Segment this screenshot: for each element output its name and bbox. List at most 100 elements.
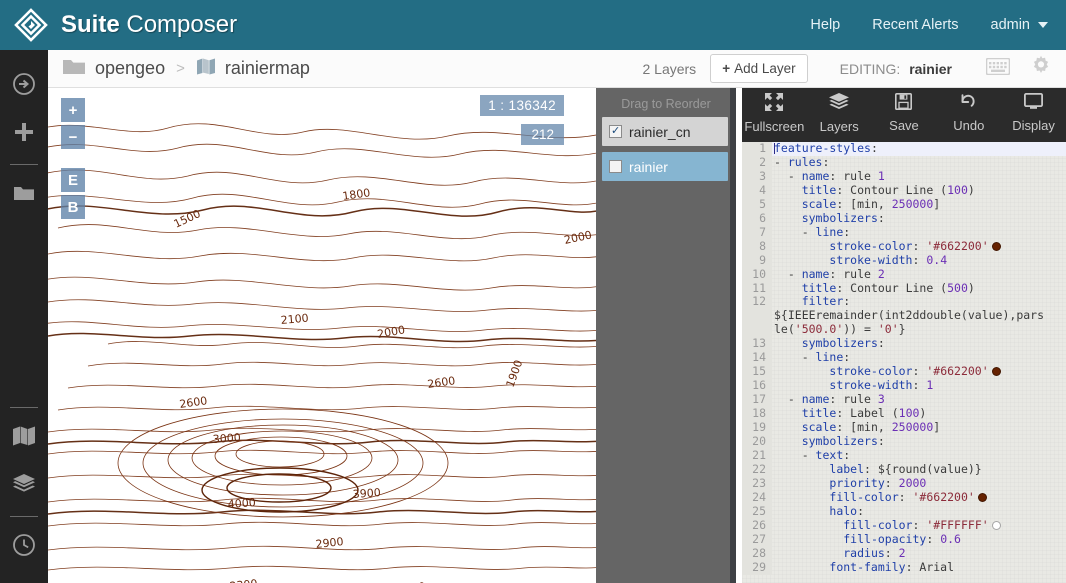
undo-label: Undo [953, 118, 984, 133]
geoserver-diamond-logo-icon [14, 8, 48, 42]
nav-recent-alerts[interactable]: Recent Alerts [872, 17, 958, 33]
map-book-icon [196, 57, 216, 80]
code-line-text: fill-opacity: 0.6 [772, 533, 1066, 547]
display-button[interactable]: Display [1003, 93, 1065, 133]
clock-icon [12, 533, 36, 562]
layer-item-rainier-cn[interactable]: ✓ rainier_cn [602, 117, 728, 146]
line-number: 12 [742, 295, 772, 309]
code-line[interactable]: 1feature-styles: [742, 142, 1066, 156]
code-line[interactable]: 20 symbolizers: [742, 435, 1066, 449]
layers-panel: Drag to Reorder ✓ rainier_cn rainier [596, 88, 736, 583]
yaml-style-editor[interactable]: 1feature-styles:2- rules:3 - name: rule … [742, 142, 1066, 583]
code-line-text: title: Label (100) [772, 407, 1066, 421]
line-number: 28 [742, 547, 772, 561]
arrow-right-circle-icon [12, 72, 36, 101]
code-line-text: priority: 2000 [772, 477, 1066, 491]
floppy-disk-icon [895, 93, 912, 115]
line-number: 13 [742, 337, 772, 351]
code-line[interactable]: ${IEEEremainder(int2ddouble(value),pars [742, 309, 1066, 323]
code-line[interactable]: 25 halo: [742, 505, 1066, 519]
map-zoom-out-button[interactable]: − [61, 125, 85, 149]
code-line[interactable]: 6 symbolizers: [742, 212, 1066, 226]
code-line[interactable]: 17 - name: rule 3 [742, 393, 1066, 407]
code-line[interactable]: 7 - line: [742, 226, 1066, 240]
nav-help[interactable]: Help [810, 17, 840, 33]
code-line[interactable]: 29 font-family: Arial [742, 561, 1066, 575]
color-swatch[interactable] [992, 242, 1001, 251]
line-number: 6 [742, 212, 772, 226]
code-line[interactable]: 27 fill-opacity: 0.6 [742, 533, 1066, 547]
nav-admin-menu[interactable]: admin [991, 17, 1049, 33]
code-line-text: stroke-color: '#662200' [772, 365, 1066, 379]
rail-map-button[interactable] [0, 414, 48, 462]
layer-item-rainier[interactable]: rainier [602, 152, 728, 181]
code-line[interactable]: 4 title: Contour Line (100) [742, 184, 1066, 198]
map-canvas[interactable]: 1800 1500 2000 2100 200 2600 2000 2600 3… [48, 88, 596, 583]
gear-icon[interactable] [1030, 55, 1052, 82]
code-line[interactable]: 11 title: Contour Line (500) [742, 282, 1066, 296]
rail-folder-button[interactable] [0, 171, 48, 219]
code-line[interactable]: 3 - name: rule 1 [742, 170, 1066, 184]
map-bounds-button[interactable]: B [61, 195, 85, 219]
layer-visibility-checkbox[interactable] [609, 160, 622, 173]
code-line-text: - rules: [772, 156, 1066, 170]
map-zoom-in-button[interactable]: + [61, 98, 85, 122]
code-line[interactable]: 9 stroke-width: 0.4 [742, 254, 1066, 268]
rail-history-button[interactable] [0, 523, 48, 571]
code-line[interactable]: 12 filter: [742, 295, 1066, 309]
save-button[interactable]: Save [873, 93, 935, 133]
code-line[interactable]: 2- rules: [742, 156, 1066, 170]
breadcrumb-map[interactable]: rainiermap [225, 58, 310, 79]
color-swatch[interactable] [992, 367, 1001, 376]
line-number [742, 323, 772, 337]
code-line[interactable]: 19 scale: [min, 250000] [742, 421, 1066, 435]
layer-visibility-checkbox[interactable]: ✓ [609, 125, 622, 138]
breadcrumb: opengeo > rainiermap [48, 57, 310, 81]
code-line-text: - line: [772, 226, 1066, 240]
line-number: 14 [742, 351, 772, 365]
undo-button[interactable]: Undo [938, 93, 1000, 133]
code-line-text: symbolizers: [772, 435, 1066, 449]
code-line[interactable]: 14 - line: [742, 351, 1066, 365]
color-swatch[interactable] [992, 521, 1001, 530]
keyboard-icon[interactable] [986, 58, 1010, 80]
code-line-text: - name: rule 2 [772, 268, 1066, 282]
panel-resize-handle[interactable] [730, 88, 736, 583]
code-line-text: stroke-width: 1 [772, 379, 1066, 393]
line-number: 3 [742, 170, 772, 184]
rail-add-button[interactable] [0, 110, 48, 158]
code-line[interactable]: 16 stroke-width: 1 [742, 379, 1066, 393]
breadcrumb-workspace[interactable]: opengeo [95, 58, 165, 79]
code-line[interactable]: 10 - name: rule 2 [742, 268, 1066, 282]
code-line[interactable]: 26 fill-color: '#FFFFFF' [742, 519, 1066, 533]
code-line[interactable]: 24 fill-color: '#662200' [742, 491, 1066, 505]
app-root: Suite Composer Help Recent Alerts admin [0, 0, 1066, 583]
code-line-text: label: ${round(value)} [772, 463, 1066, 477]
top-navigation: Help Recent Alerts admin [778, 17, 1066, 33]
code-line[interactable]: 21 - text: [742, 449, 1066, 463]
code-line[interactable]: 15 stroke-color: '#662200' [742, 365, 1066, 379]
code-line[interactable]: 13 symbolizers: [742, 337, 1066, 351]
code-line[interactable]: 8 stroke-color: '#662200' [742, 240, 1066, 254]
code-line-text: filter: [772, 295, 1066, 309]
svg-text:3000: 3000 [212, 431, 241, 446]
line-number: 4 [742, 184, 772, 198]
brand[interactable]: Suite Composer [0, 8, 237, 42]
layers-button[interactable]: Layers [808, 93, 870, 134]
code-line-text: halo: [772, 505, 1066, 519]
code-line[interactable]: 22 label: ${round(value)} [742, 463, 1066, 477]
fullscreen-button[interactable]: Fullscreen [743, 93, 805, 134]
rail-go-button[interactable] [0, 62, 48, 110]
color-swatch[interactable] [978, 493, 987, 502]
code-line[interactable]: 28 radius: 2 [742, 547, 1066, 561]
code-line[interactable]: 5 scale: [min, 250000] [742, 198, 1066, 212]
add-layer-button[interactable]: + Add Layer [710, 54, 807, 83]
code-line[interactable]: 23 priority: 2000 [742, 477, 1066, 491]
code-line[interactable]: le('500.0')) = '0'} [742, 323, 1066, 337]
rail-layers-button[interactable] [0, 462, 48, 510]
plus-icon [13, 121, 35, 148]
svg-text:4000: 4000 [227, 496, 256, 511]
code-line[interactable]: 18 title: Label (100) [742, 407, 1066, 421]
line-number: 29 [742, 561, 772, 575]
map-extent-button[interactable]: E [61, 168, 85, 192]
